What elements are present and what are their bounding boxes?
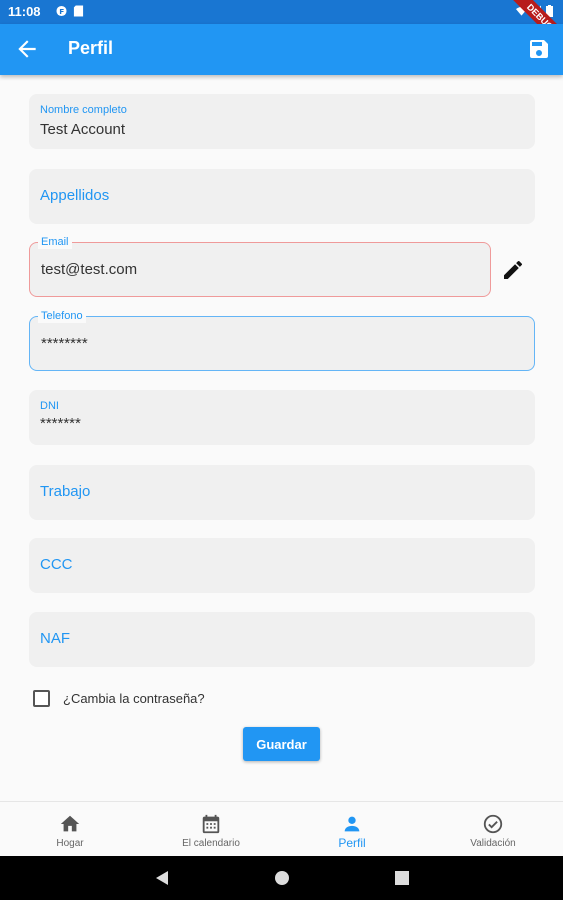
- svg-text:F: F: [59, 7, 64, 16]
- nav-label-hogar: Hogar: [56, 838, 84, 849]
- guardar-button[interactable]: Guardar: [243, 727, 320, 761]
- calendar-icon: [202, 814, 220, 834]
- system-back-icon[interactable]: [154, 870, 170, 886]
- nav-label-calendario: El calendario: [182, 838, 240, 849]
- app-bar: Perfil: [0, 24, 563, 75]
- email-label: Email: [38, 235, 72, 249]
- status-bar: 11:08 F DEBUG: [0, 0, 563, 54]
- system-recents-icon[interactable]: [394, 870, 410, 886]
- notification-icon: F: [56, 5, 67, 17]
- nombre-field[interactable]: Nombre completo Test Account: [29, 94, 535, 149]
- apellidos-field[interactable]: Appellidos: [29, 169, 535, 224]
- bottom-nav: Hogar El calendario Perfil Validación: [0, 801, 563, 856]
- back-arrow-icon[interactable]: [14, 36, 40, 62]
- status-time: 11:08: [8, 4, 41, 19]
- check-circle-icon: [483, 814, 503, 834]
- change-password-checkbox[interactable]: [33, 690, 50, 707]
- nav-item-calendario[interactable]: El calendario: [141, 802, 281, 857]
- naf-field[interactable]: NAF: [29, 612, 535, 667]
- edit-pencil-icon[interactable]: [501, 258, 525, 282]
- dni-field[interactable]: DNI *******: [29, 390, 535, 445]
- system-home-icon[interactable]: [274, 870, 290, 886]
- dni-value: *******: [40, 415, 81, 432]
- system-nav-bar: [0, 856, 563, 900]
- nombre-value: Test Account: [40, 121, 126, 138]
- trabajo-field[interactable]: Trabajo: [29, 465, 535, 520]
- ccc-field[interactable]: CCC: [29, 538, 535, 593]
- email-field[interactable]: Email test@test.com: [29, 235, 491, 297]
- nav-label-validacion: Validación: [470, 838, 516, 849]
- nav-item-hogar[interactable]: Hogar: [0, 802, 140, 857]
- telefono-value: ********: [41, 335, 88, 352]
- apellidos-placeholder: Appellidos: [40, 187, 110, 204]
- naf-placeholder: NAF: [40, 630, 70, 647]
- sd-card-icon: [73, 5, 84, 17]
- person-icon: [344, 816, 360, 832]
- trabajo-placeholder: Trabajo: [40, 483, 91, 500]
- dni-label: DNI: [40, 400, 59, 412]
- nav-item-validacion[interactable]: Validación: [423, 802, 563, 857]
- change-password-label: ¿Cambia la contraseña?: [63, 691, 205, 706]
- page-title: Perfil: [68, 38, 114, 58]
- save-icon[interactable]: [527, 37, 551, 61]
- nombre-label: Nombre completo: [40, 104, 127, 116]
- home-icon: [60, 815, 80, 832]
- nav-item-perfil[interactable]: Perfil: [282, 802, 422, 857]
- telefono-label: Telefono: [38, 309, 86, 323]
- email-value: test@test.com: [41, 261, 138, 278]
- nav-label-perfil: Perfil: [338, 836, 366, 850]
- ccc-placeholder: CCC: [40, 556, 73, 573]
- telefono-field[interactable]: Telefono ********: [29, 309, 535, 371]
